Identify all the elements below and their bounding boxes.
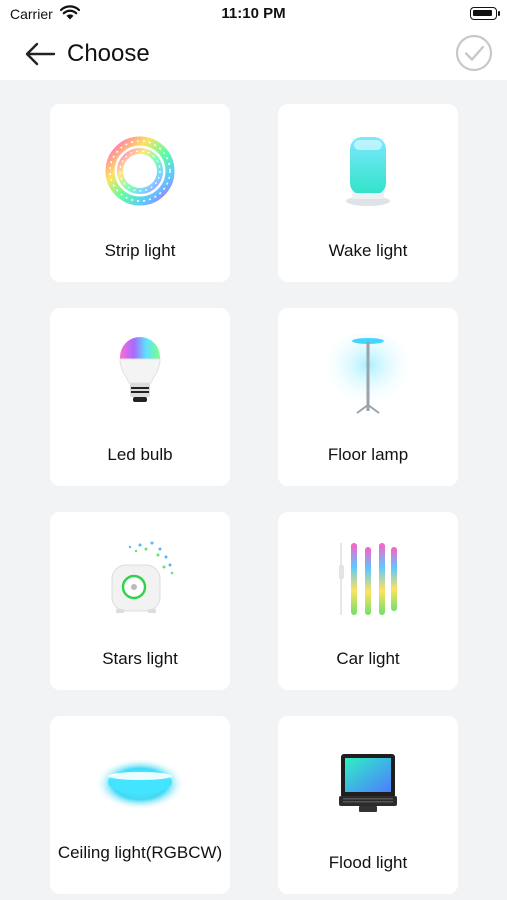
- stars-light-icon: [90, 534, 190, 624]
- device-card-led-bulb[interactable]: Led bulb: [50, 308, 230, 486]
- device-card-ceiling-light[interactable]: Ceiling light(RGBCW): [50, 716, 230, 894]
- strip-light-icon: [90, 126, 190, 216]
- device-label: Flood light: [328, 853, 408, 872]
- device-card-car-light[interactable]: Car light: [278, 512, 458, 690]
- device-label: Car light: [336, 649, 400, 668]
- device-card-stars-light[interactable]: Stars light: [50, 512, 230, 690]
- device-card-wake-light[interactable]: Wake light: [278, 104, 458, 282]
- device-label: Strip light: [104, 241, 176, 260]
- device-card-strip-light[interactable]: Strip light: [50, 104, 230, 282]
- arrow-left-icon: [25, 42, 56, 66]
- car-light-icon: [318, 534, 418, 624]
- led-bulb-icon: [90, 330, 190, 420]
- device-label: Floor lamp: [327, 445, 409, 464]
- device-label: Wake light: [328, 241, 408, 260]
- page-title: Choose: [67, 40, 150, 67]
- floor-lamp-icon: [318, 330, 418, 420]
- wake-light-icon: [318, 126, 418, 216]
- ceiling-light-icon: [90, 738, 190, 828]
- confirm-button[interactable]: [455, 34, 493, 72]
- check-circle-icon: [455, 34, 493, 72]
- flood-light-icon: [318, 738, 418, 828]
- device-card-floor-lamp[interactable]: Floor lamp: [278, 308, 458, 486]
- back-button[interactable]: [22, 38, 58, 70]
- device-grid: Strip light Wake light Led bulb Floor la…: [50, 104, 458, 894]
- status-bar: Carrier 11:10 PM: [0, 0, 507, 28]
- device-label: Ceiling light(RGBCW): [57, 843, 223, 862]
- device-card-flood-light[interactable]: Flood light: [278, 716, 458, 894]
- device-label: Led bulb: [107, 445, 173, 464]
- device-label: Stars light: [102, 649, 178, 668]
- nav-bar: Choose: [0, 28, 507, 80]
- battery-icon: [470, 7, 500, 20]
- clock: 11:10 PM: [221, 5, 286, 22]
